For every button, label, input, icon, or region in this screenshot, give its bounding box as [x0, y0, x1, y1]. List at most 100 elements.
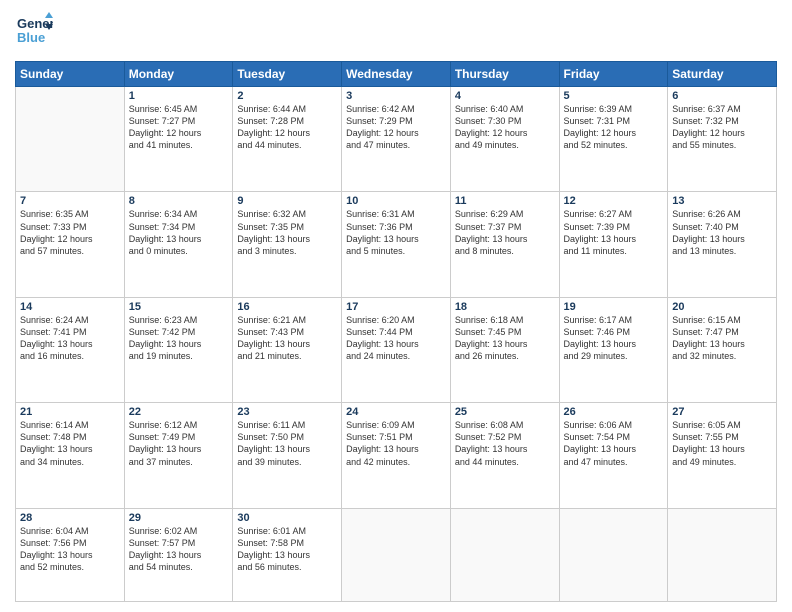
calendar-cell: 27Sunrise: 6:05 AM Sunset: 7:55 PM Dayli…	[668, 403, 777, 508]
day-info: Sunrise: 6:40 AM Sunset: 7:30 PM Dayligh…	[455, 103, 555, 152]
calendar-cell: 8Sunrise: 6:34 AM Sunset: 7:34 PM Daylig…	[124, 192, 233, 297]
calendar-cell: 3Sunrise: 6:42 AM Sunset: 7:29 PM Daylig…	[342, 87, 451, 192]
calendar-cell: 6Sunrise: 6:37 AM Sunset: 7:32 PM Daylig…	[668, 87, 777, 192]
day-info: Sunrise: 6:39 AM Sunset: 7:31 PM Dayligh…	[564, 103, 664, 152]
weekday-header: Sunday	[16, 62, 125, 87]
calendar-cell: 29Sunrise: 6:02 AM Sunset: 7:57 PM Dayli…	[124, 508, 233, 601]
day-info: Sunrise: 6:04 AM Sunset: 7:56 PM Dayligh…	[20, 525, 120, 574]
calendar-cell	[668, 508, 777, 601]
day-number: 15	[129, 301, 229, 313]
calendar-cell: 9Sunrise: 6:32 AM Sunset: 7:35 PM Daylig…	[233, 192, 342, 297]
day-number: 11	[455, 195, 555, 207]
day-info: Sunrise: 6:45 AM Sunset: 7:27 PM Dayligh…	[129, 103, 229, 152]
calendar-cell: 7Sunrise: 6:35 AM Sunset: 7:33 PM Daylig…	[16, 192, 125, 297]
day-number: 23	[237, 406, 337, 418]
calendar-cell: 11Sunrise: 6:29 AM Sunset: 7:37 PM Dayli…	[450, 192, 559, 297]
header: General Blue	[15, 10, 777, 53]
day-info: Sunrise: 6:24 AM Sunset: 7:41 PM Dayligh…	[20, 314, 120, 363]
day-number: 9	[237, 195, 337, 207]
weekday-header-row: SundayMondayTuesdayWednesdayThursdayFrid…	[16, 62, 777, 87]
day-number: 24	[346, 406, 446, 418]
calendar-cell: 23Sunrise: 6:11 AM Sunset: 7:50 PM Dayli…	[233, 403, 342, 508]
day-number: 17	[346, 301, 446, 313]
calendar-cell: 24Sunrise: 6:09 AM Sunset: 7:51 PM Dayli…	[342, 403, 451, 508]
svg-text:Blue: Blue	[17, 30, 45, 45]
calendar-cell: 1Sunrise: 6:45 AM Sunset: 7:27 PM Daylig…	[124, 87, 233, 192]
day-number: 5	[564, 90, 664, 102]
day-number: 4	[455, 90, 555, 102]
day-info: Sunrise: 6:23 AM Sunset: 7:42 PM Dayligh…	[129, 314, 229, 363]
calendar-week-row: 7Sunrise: 6:35 AM Sunset: 7:33 PM Daylig…	[16, 192, 777, 297]
calendar-cell	[16, 87, 125, 192]
day-number: 28	[20, 512, 120, 524]
calendar-cell: 28Sunrise: 6:04 AM Sunset: 7:56 PM Dayli…	[16, 508, 125, 601]
calendar-cell: 17Sunrise: 6:20 AM Sunset: 7:44 PM Dayli…	[342, 297, 451, 402]
calendar-cell: 4Sunrise: 6:40 AM Sunset: 7:30 PM Daylig…	[450, 87, 559, 192]
day-number: 12	[564, 195, 664, 207]
day-info: Sunrise: 6:35 AM Sunset: 7:33 PM Dayligh…	[20, 208, 120, 257]
day-info: Sunrise: 6:31 AM Sunset: 7:36 PM Dayligh…	[346, 208, 446, 257]
day-info: Sunrise: 6:42 AM Sunset: 7:29 PM Dayligh…	[346, 103, 446, 152]
logo: General Blue	[15, 10, 53, 53]
day-info: Sunrise: 6:29 AM Sunset: 7:37 PM Dayligh…	[455, 208, 555, 257]
day-info: Sunrise: 6:26 AM Sunset: 7:40 PM Dayligh…	[672, 208, 772, 257]
calendar-week-row: 21Sunrise: 6:14 AM Sunset: 7:48 PM Dayli…	[16, 403, 777, 508]
svg-text:General: General	[17, 16, 53, 31]
page: General Blue SundayMondayTuesdayWednesda…	[0, 0, 792, 612]
day-info: Sunrise: 6:21 AM Sunset: 7:43 PM Dayligh…	[237, 314, 337, 363]
day-number: 3	[346, 90, 446, 102]
day-number: 27	[672, 406, 772, 418]
day-info: Sunrise: 6:14 AM Sunset: 7:48 PM Dayligh…	[20, 419, 120, 468]
day-info: Sunrise: 6:08 AM Sunset: 7:52 PM Dayligh…	[455, 419, 555, 468]
day-info: Sunrise: 6:37 AM Sunset: 7:32 PM Dayligh…	[672, 103, 772, 152]
calendar-cell: 5Sunrise: 6:39 AM Sunset: 7:31 PM Daylig…	[559, 87, 668, 192]
weekday-header: Friday	[559, 62, 668, 87]
day-info: Sunrise: 6:20 AM Sunset: 7:44 PM Dayligh…	[346, 314, 446, 363]
calendar-cell: 30Sunrise: 6:01 AM Sunset: 7:58 PM Dayli…	[233, 508, 342, 601]
calendar-cell	[450, 508, 559, 601]
day-info: Sunrise: 6:05 AM Sunset: 7:55 PM Dayligh…	[672, 419, 772, 468]
day-number: 26	[564, 406, 664, 418]
day-number: 13	[672, 195, 772, 207]
day-info: Sunrise: 6:02 AM Sunset: 7:57 PM Dayligh…	[129, 525, 229, 574]
day-info: Sunrise: 6:34 AM Sunset: 7:34 PM Dayligh…	[129, 208, 229, 257]
day-number: 25	[455, 406, 555, 418]
day-number: 6	[672, 90, 772, 102]
calendar-cell: 2Sunrise: 6:44 AM Sunset: 7:28 PM Daylig…	[233, 87, 342, 192]
day-info: Sunrise: 6:44 AM Sunset: 7:28 PM Dayligh…	[237, 103, 337, 152]
calendar-cell: 26Sunrise: 6:06 AM Sunset: 7:54 PM Dayli…	[559, 403, 668, 508]
calendar-cell: 14Sunrise: 6:24 AM Sunset: 7:41 PM Dayli…	[16, 297, 125, 402]
calendar-week-row: 1Sunrise: 6:45 AM Sunset: 7:27 PM Daylig…	[16, 87, 777, 192]
day-number: 14	[20, 301, 120, 313]
calendar-cell: 15Sunrise: 6:23 AM Sunset: 7:42 PM Dayli…	[124, 297, 233, 402]
day-number: 29	[129, 512, 229, 524]
day-info: Sunrise: 6:09 AM Sunset: 7:51 PM Dayligh…	[346, 419, 446, 468]
calendar-cell: 12Sunrise: 6:27 AM Sunset: 7:39 PM Dayli…	[559, 192, 668, 297]
day-number: 7	[20, 195, 120, 207]
day-info: Sunrise: 6:32 AM Sunset: 7:35 PM Dayligh…	[237, 208, 337, 257]
day-number: 16	[237, 301, 337, 313]
weekday-header: Monday	[124, 62, 233, 87]
calendar-cell: 25Sunrise: 6:08 AM Sunset: 7:52 PM Dayli…	[450, 403, 559, 508]
calendar-table: SundayMondayTuesdayWednesdayThursdayFrid…	[15, 61, 777, 602]
day-info: Sunrise: 6:01 AM Sunset: 7:58 PM Dayligh…	[237, 525, 337, 574]
day-number: 8	[129, 195, 229, 207]
day-info: Sunrise: 6:27 AM Sunset: 7:39 PM Dayligh…	[564, 208, 664, 257]
day-number: 30	[237, 512, 337, 524]
calendar-cell: 10Sunrise: 6:31 AM Sunset: 7:36 PM Dayli…	[342, 192, 451, 297]
day-number: 19	[564, 301, 664, 313]
weekday-header: Tuesday	[233, 62, 342, 87]
calendar-cell: 19Sunrise: 6:17 AM Sunset: 7:46 PM Dayli…	[559, 297, 668, 402]
day-info: Sunrise: 6:06 AM Sunset: 7:54 PM Dayligh…	[564, 419, 664, 468]
day-info: Sunrise: 6:17 AM Sunset: 7:46 PM Dayligh…	[564, 314, 664, 363]
calendar-cell: 21Sunrise: 6:14 AM Sunset: 7:48 PM Dayli…	[16, 403, 125, 508]
calendar-cell: 20Sunrise: 6:15 AM Sunset: 7:47 PM Dayli…	[668, 297, 777, 402]
day-number: 18	[455, 301, 555, 313]
day-info: Sunrise: 6:11 AM Sunset: 7:50 PM Dayligh…	[237, 419, 337, 468]
day-number: 1	[129, 90, 229, 102]
weekday-header: Saturday	[668, 62, 777, 87]
logo-icon: General Blue	[15, 10, 53, 48]
day-number: 10	[346, 195, 446, 207]
calendar-cell: 13Sunrise: 6:26 AM Sunset: 7:40 PM Dayli…	[668, 192, 777, 297]
weekday-header: Wednesday	[342, 62, 451, 87]
